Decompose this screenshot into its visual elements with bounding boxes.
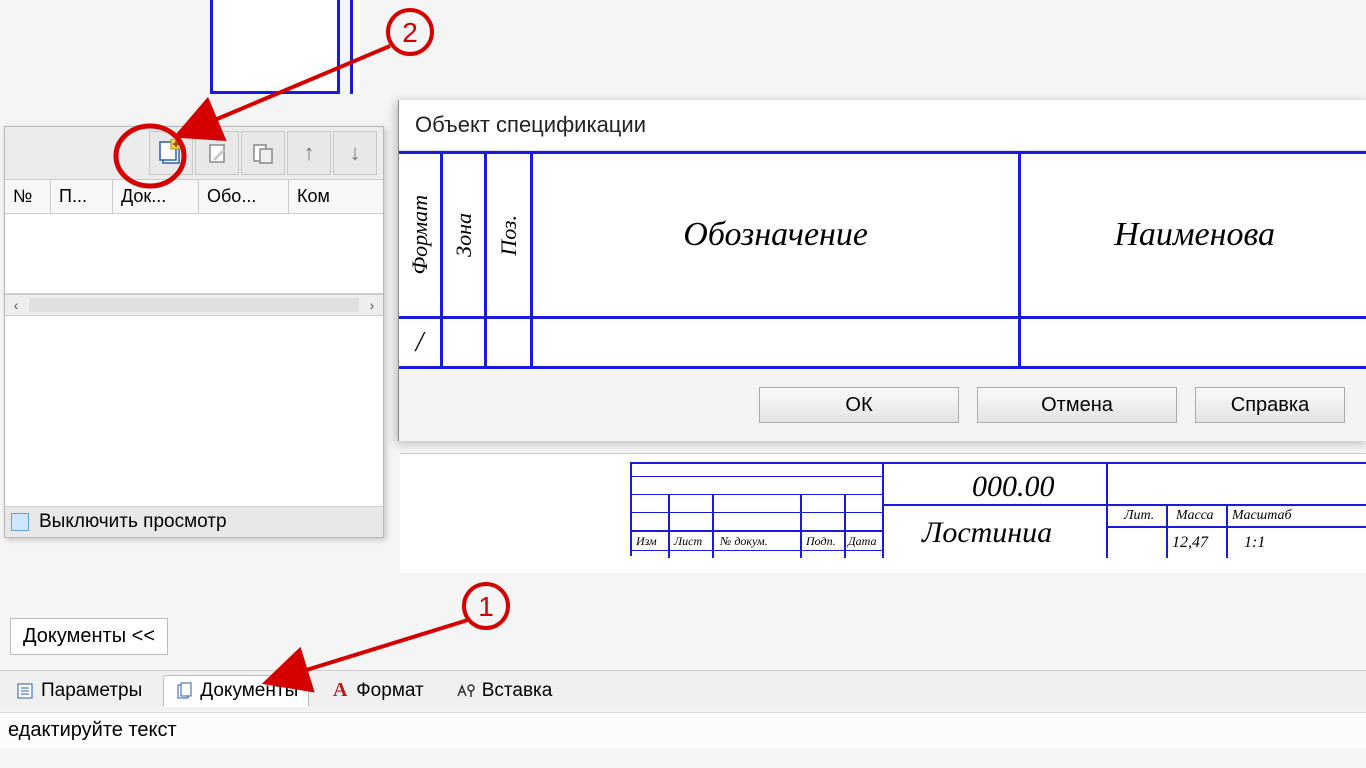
panel-toolbar: ↑ ↓ [5, 127, 383, 180]
tb-scale: Масштаб [1232, 508, 1292, 524]
tab-parameters[interactable]: Параметры [4, 675, 153, 707]
col-number[interactable]: № [5, 180, 51, 213]
spec-header-row: Формат Зона Поз. Обозначение Наименова [399, 151, 1366, 319]
col-p[interactable]: П... [51, 180, 113, 213]
spec-object-dialog: Объект спецификации Формат Зона Поз. Обо… [398, 100, 1366, 441]
format-icon: A [330, 681, 350, 701]
col-doc[interactable]: Док... [113, 180, 199, 213]
tb-sign: Подп. [806, 534, 836, 549]
tb-part: Лостиниа [922, 516, 1052, 550]
toggle-preview-label: Выключить просмотр [39, 511, 227, 533]
parameters-icon [15, 681, 35, 701]
tab-format[interactable]: A Формат [319, 675, 435, 707]
dialog-title: Объект спецификации [399, 100, 1366, 151]
cell-name[interactable] [1021, 319, 1366, 366]
cell-zone[interactable] [443, 319, 487, 366]
toggle-preview-button[interactable]: Выключить просмотр [5, 506, 383, 537]
tb-lit: Лит. [1124, 508, 1154, 524]
svg-text:1: 1 [478, 591, 494, 622]
horizontal-scrollbar[interactable]: ‹ › [5, 294, 383, 316]
col-kom[interactable]: Ком [289, 180, 383, 213]
edit-document-button[interactable] [195, 131, 239, 175]
bottom-tabs: Параметры Документы A Формат Вставка [0, 670, 1366, 710]
cell-designation[interactable] [533, 319, 1021, 366]
insert-icon [456, 681, 476, 701]
canvas-shape [350, 0, 360, 94]
documents-panel: ↑ ↓ № П... Док... Обо... Ком ‹ › Выключи… [4, 126, 384, 538]
spec-data-row[interactable]: / [399, 319, 1366, 369]
col-pos: Поз. [487, 154, 533, 316]
cell-format[interactable]: / [399, 319, 443, 366]
col-format: Формат [399, 154, 443, 316]
tb-list: Лист [674, 534, 702, 549]
documents-collapse-button[interactable]: Документы << [10, 618, 168, 655]
title-block: 000.00 Лостиниа Изм Лист № докум. Подп. … [630, 462, 1366, 556]
tb-date: Дата [848, 534, 876, 549]
tb-mass-v: 12,47 [1172, 534, 1208, 552]
tab-format-label: Формат [356, 680, 424, 702]
tab-insert-label: Вставка [482, 680, 553, 702]
arrow-down-icon: ↓ [350, 140, 361, 166]
tab-insert[interactable]: Вставка [445, 675, 564, 707]
documents-icon [174, 681, 194, 701]
col-obo[interactable]: Обо... [199, 180, 289, 213]
preview-toggle-icon [11, 513, 29, 531]
delete-document-button[interactable] [241, 131, 285, 175]
document-plus-icon [157, 139, 185, 167]
tb-mass: Масса [1176, 508, 1214, 524]
add-document-button[interactable] [149, 131, 193, 175]
tab-documents[interactable]: Документы [163, 675, 309, 707]
tab-parameters-label: Параметры [41, 680, 142, 702]
tb-izn: Изм [636, 534, 657, 549]
help-button[interactable]: Справка [1195, 387, 1345, 423]
tb-scale-v: 1:1 [1244, 534, 1265, 552]
preview-area [5, 316, 383, 506]
cell-pos[interactable] [487, 319, 533, 366]
arrow-up-icon: ↑ [304, 140, 315, 166]
col-designation: Обозначение [533, 154, 1021, 316]
canvas-shape [210, 0, 340, 94]
tb-number: 000.00 [972, 470, 1055, 504]
scroll-track[interactable] [29, 298, 359, 312]
document-list[interactable] [5, 214, 383, 294]
document-delete-icon [251, 141, 275, 165]
scroll-right-icon[interactable]: › [361, 297, 383, 313]
status-bar: едактируйте текст [0, 712, 1366, 748]
move-up-button[interactable]: ↑ [287, 131, 331, 175]
ok-button[interactable]: ОК [759, 387, 959, 423]
cancel-button[interactable]: Отмена [977, 387, 1177, 423]
column-headers: № П... Док... Обо... Ком [5, 180, 383, 214]
col-name: Наименова [1021, 154, 1366, 316]
document-edit-icon [205, 141, 229, 165]
scroll-left-icon[interactable]: ‹ [5, 297, 27, 313]
svg-text:2: 2 [402, 17, 418, 48]
tb-doc: № докум. [720, 534, 768, 549]
tab-documents-label: Документы [200, 680, 298, 702]
dialog-buttons: ОК Отмена Справка [399, 369, 1366, 441]
col-zone: Зона [443, 154, 487, 316]
move-down-button[interactable]: ↓ [333, 131, 377, 175]
toolbar-spacer [9, 131, 147, 175]
